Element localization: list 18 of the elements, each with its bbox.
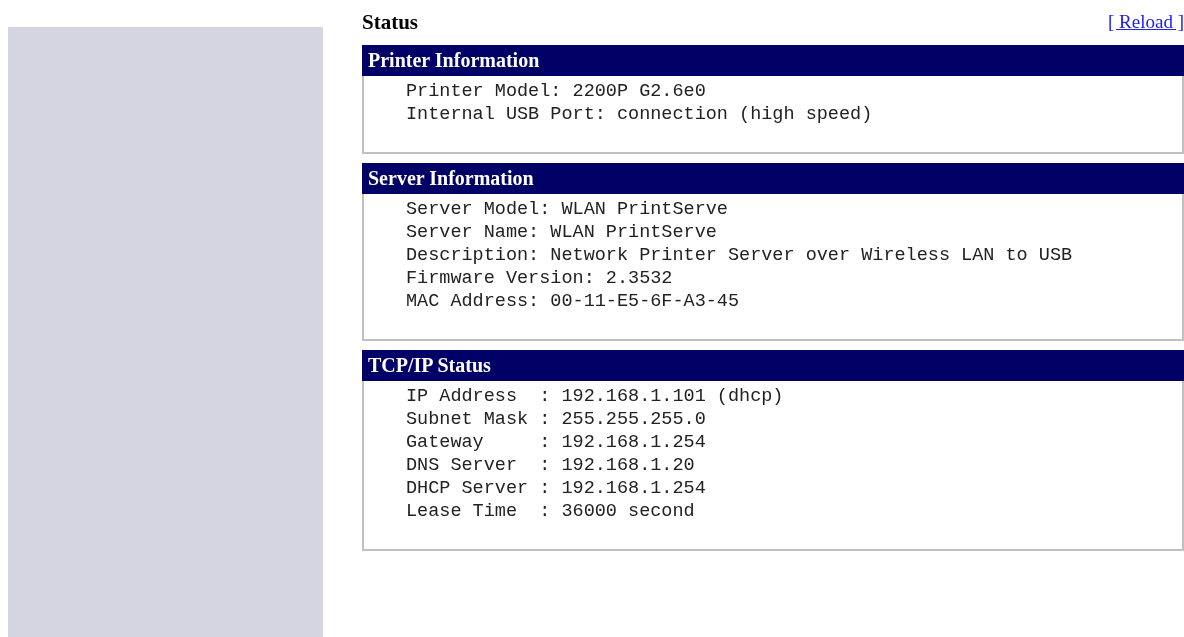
page-title: Status bbox=[362, 9, 419, 35]
info-line: IP Address : 192.168.1.101 (dhcp) bbox=[406, 385, 785, 408]
info-line: Server Model: WLAN PrintServe bbox=[406, 198, 729, 221]
info-line: DNS Server : 192.168.1.20 bbox=[406, 454, 696, 477]
reload-link[interactable]: [ Reload ] bbox=[1108, 11, 1184, 33]
info-line: Gateway : 192.168.1.254 bbox=[406, 431, 707, 454]
info-line: Internal USB Port: connection (high speed) bbox=[406, 103, 874, 126]
section-heading: Printer Information bbox=[362, 45, 1184, 76]
info-line: Firmware Version: 2.3532 bbox=[406, 267, 674, 290]
info-line: DHCP Server : 192.168.1.254 bbox=[406, 477, 707, 500]
section-heading: TCP/IP Status bbox=[362, 350, 1184, 381]
info-line: Lease Time : 36000 second bbox=[406, 500, 696, 523]
section-heading: Server Information bbox=[362, 163, 1184, 194]
info-line: MAC Address: 00-11-E5-6F-A3-45 bbox=[406, 290, 741, 313]
info-line: Server Name: WLAN PrintServe bbox=[406, 221, 718, 244]
info-line: Description: Network Printer Server over Wireless LAN to USB bbox=[406, 244, 1074, 267]
info-line: Printer Model: 2200P G2.6e0 bbox=[406, 80, 707, 103]
info-line: Subnet Mask : 255.255.255.0 bbox=[406, 408, 707, 431]
